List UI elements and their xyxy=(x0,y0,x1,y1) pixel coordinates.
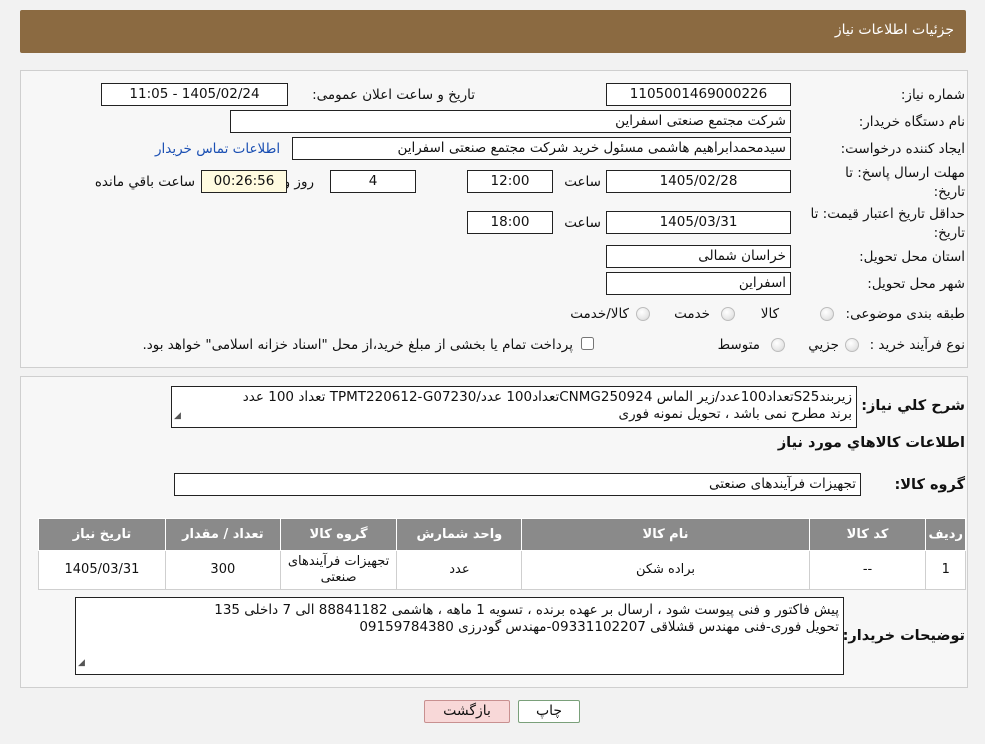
treasury-checkbox[interactable] xyxy=(581,337,594,350)
back-button[interactable]: بازگشت xyxy=(424,700,510,723)
col-qty: تعداد / مقدار xyxy=(164,518,281,551)
creator-label: ایجاد کننده درخواست: xyxy=(840,141,965,157)
col-date: تاریخ نیاز xyxy=(38,518,166,551)
cell-row: 1 xyxy=(925,550,966,590)
deadline-time-field: 12:00 xyxy=(467,170,553,193)
summary-line-1: زیربندS25تعداد100عدد/زیر الماس CNMG25092… xyxy=(242,389,852,405)
deadline-date-field: 1405/02/28 xyxy=(606,170,791,193)
process-label: نوع فرآیند خرید : xyxy=(869,337,965,353)
cell-qty: 300 xyxy=(164,550,281,590)
days-label: روز و xyxy=(283,174,314,190)
buyer-contact-link[interactable]: اطلاعات تماس خریدار xyxy=(155,141,280,157)
goods-table: رديف کد کالا نام کالا واحد شمارش گروه کا… xyxy=(38,518,966,590)
announce-field: 1405/02/24 - 11:05 xyxy=(101,83,288,106)
buyer-notes-line-2: تحویل فوری-فنی مهندس قشلاقی 09331102207-… xyxy=(359,619,839,635)
category-option-goods-service: کالا/خدمت xyxy=(570,306,629,322)
validity-time-field: 18:00 xyxy=(467,211,553,234)
col-code: کد کالا xyxy=(808,518,927,551)
page-header: جزئیات اطلاعات نیاز xyxy=(20,10,966,53)
cell-code: -- xyxy=(808,550,927,590)
days-field: 4 xyxy=(330,170,416,193)
deadline-label: مهلت ارسال پاسخ: تا xyxy=(845,165,965,181)
validity-date-field: 1405/03/31 xyxy=(606,211,791,234)
resize-grip-icon[interactable]: ◢ xyxy=(174,408,181,425)
validity-label: حداقل تاریخ اعتبار قیمت: تا xyxy=(810,206,965,222)
category-radio-goods-service[interactable] xyxy=(636,307,650,321)
cell-group: تجهیزات فرآیندهای صنعتی xyxy=(279,550,398,590)
remaining-time-field: 00:26:56 xyxy=(201,170,287,193)
summary-textarea[interactable]: زیربندS25تعداد100عدد/زیر الماس CNMG25092… xyxy=(171,386,857,428)
remaining-label: ساعت باقي مانده xyxy=(94,174,195,190)
buyer-org-field: شرکت مجتمع صنعتی اسفراین xyxy=(230,110,791,133)
buyer-notes-label: توضیحات خریدار: xyxy=(842,628,965,644)
buyer-org-label: نام دستگاه خریدار: xyxy=(858,114,965,130)
summary-line-2: برند مطرح نمی باشد ، تحویل نمونه فوری xyxy=(618,406,852,422)
deadline-time-label: ساعت xyxy=(564,174,601,190)
need-number-field: 1105001469000226 xyxy=(606,83,791,106)
city-label: شهر محل تحویل: xyxy=(867,276,965,292)
col-name: نام کالا xyxy=(521,518,810,551)
print-button[interactable]: چاپ xyxy=(518,700,580,723)
process-option-medium: متوسط xyxy=(717,337,760,353)
category-option-service: خدمت xyxy=(674,306,710,322)
process-radio-partial[interactable] xyxy=(845,338,859,352)
goods-section-title: اطلاعات كالاهاي مورد نياز xyxy=(777,435,965,451)
province-field: خراسان شمالی xyxy=(606,245,791,268)
announce-label: تاریخ و ساعت اعلان عمومی: xyxy=(312,87,475,103)
process-radio-medium[interactable] xyxy=(771,338,785,352)
cell-name: براده شکن xyxy=(521,550,810,590)
need-number-label: شماره نیاز: xyxy=(900,87,965,103)
category-radio-service[interactable] xyxy=(721,307,735,321)
table-row: 1 -- براده شکن عدد تجهیزات فرآیندهای صنع… xyxy=(38,550,966,590)
category-option-goods: کالا xyxy=(760,306,779,322)
col-row: رديف xyxy=(925,518,966,551)
validity-time-label: ساعت xyxy=(564,215,601,231)
cell-unit: عدد xyxy=(396,550,523,590)
validity-label-2: تاریخ: xyxy=(933,225,965,241)
cell-date: 1405/03/31 xyxy=(38,550,166,590)
process-option-partial: جزیي xyxy=(808,337,839,353)
process-note: پرداخت تمام یا بخشی از مبلغ خرید،از محل … xyxy=(142,337,573,353)
resize-grip-icon[interactable]: ◢ xyxy=(78,655,85,672)
col-unit: واحد شمارش xyxy=(396,518,523,551)
col-group: گروه کالا xyxy=(279,518,398,551)
province-label: استان محل تحویل: xyxy=(859,249,965,265)
deadline-label-2: تاریخ: xyxy=(933,184,965,200)
city-field: اسفراین xyxy=(606,272,791,295)
category-label: طبقه بندی موضوعی: xyxy=(845,306,965,322)
summary-label: شرح كلي نياز: xyxy=(861,398,965,414)
buyer-notes-textarea[interactable]: پیش فاکتور و فنی پیوست شود ، ارسال بر عه… xyxy=(75,597,844,675)
creator-field: سیدمحمدابراهیم هاشمی مسئول خرید شرکت مجت… xyxy=(292,137,791,160)
page-title: جزئیات اطلاعات نیاز xyxy=(834,22,954,38)
buyer-notes-line-1: پیش فاکتور و فنی پیوست شود ، ارسال بر عه… xyxy=(214,602,839,618)
category-radio-goods[interactable] xyxy=(820,307,834,321)
goods-group-label: گروه کالا: xyxy=(894,477,965,493)
goods-group-field: تجهیزات فرآیندهای صنعتی xyxy=(174,473,861,496)
